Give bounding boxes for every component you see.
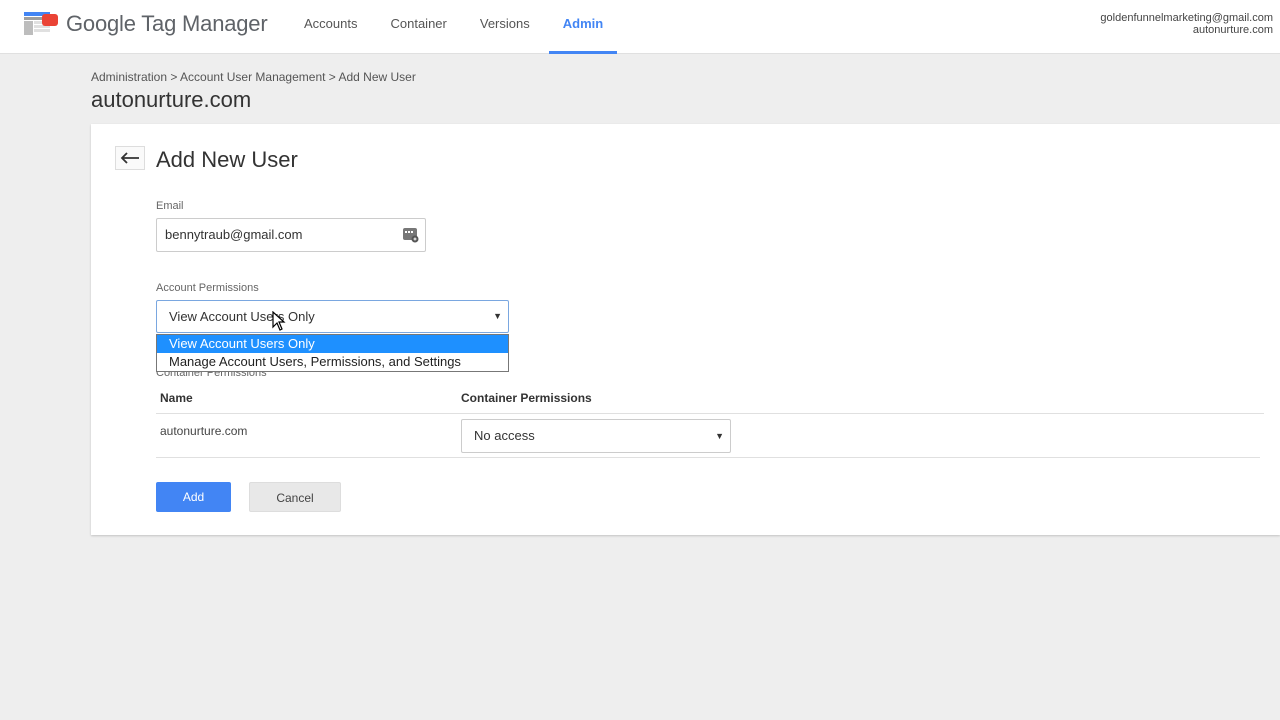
dropdown-arrow-icon: ▼	[715, 431, 724, 441]
account-email: goldenfunnelmarketing@gmail.com	[1100, 12, 1273, 24]
arrow-back-icon	[120, 152, 139, 164]
main-nav: Accounts Container Versions Admin	[290, 0, 622, 54]
nav-container[interactable]: Container	[376, 0, 460, 54]
add-button[interactable]: Add	[156, 482, 231, 512]
nav-accounts[interactable]: Accounts	[290, 0, 371, 54]
account-switcher[interactable]: goldenfunnelmarketing@gmail.com autonurt…	[1100, 12, 1273, 36]
email-label: Email	[156, 200, 184, 212]
top-bar: Google Tag Manager Accounts Container Ve…	[0, 0, 1280, 54]
mouse-cursor-icon	[272, 311, 286, 331]
breadcrumb-administration[interactable]: Administration	[91, 70, 167, 84]
cancel-button[interactable]: Cancel	[249, 482, 341, 512]
contact-picker-icon[interactable]	[403, 227, 419, 243]
card-title: Add New User	[156, 147, 298, 172]
email-value: bennytraub@gmail.com	[165, 227, 303, 242]
nav-admin[interactable]: Admin	[548, 0, 618, 54]
breadcrumb-add-new-user: Add New User	[338, 70, 416, 84]
add-user-card: Add New User Email bennytraub@gmail.com …	[91, 124, 1280, 535]
account-permissions-value: View Account Users Only	[169, 309, 315, 324]
dropdown-arrow-icon: ▼	[493, 311, 502, 321]
option-view-account-users-only[interactable]: View Account Users Only	[157, 335, 508, 353]
product-name[interactable]: Google Tag Manager	[66, 11, 268, 37]
account-name: autonurture.com	[1192, 24, 1273, 36]
option-manage-account-users[interactable]: Manage Account Users, Permissions, and S…	[157, 353, 508, 371]
breadcrumb-separator: >	[167, 70, 181, 84]
table-header-divider	[156, 413, 1264, 414]
breadcrumb-separator: >	[325, 70, 339, 84]
account-permissions-dropdown: View Account Users Only Manage Account U…	[156, 334, 509, 372]
container-permission-select[interactable]: No access ▼	[461, 419, 731, 453]
container-name-cell: autonurture.com	[160, 424, 248, 438]
column-header-name: Name	[160, 391, 193, 405]
account-permissions-label: Account Permissions	[156, 282, 259, 294]
breadcrumb-account-user-management[interactable]: Account User Management	[180, 70, 325, 84]
column-header-container-permissions: Container Permissions	[461, 391, 592, 405]
gtm-logo-icon	[24, 12, 58, 35]
table-row-divider	[156, 457, 1260, 458]
page-title: autonurture.com	[91, 87, 252, 112]
breadcrumb: Administration > Account User Management…	[91, 70, 416, 84]
back-button[interactable]	[115, 146, 145, 170]
email-field[interactable]: bennytraub@gmail.com	[156, 218, 426, 252]
account-permissions-select[interactable]: View Account Users Only ▼	[156, 300, 509, 333]
nav-versions[interactable]: Versions	[466, 0, 544, 54]
container-permission-value: No access	[474, 428, 535, 443]
